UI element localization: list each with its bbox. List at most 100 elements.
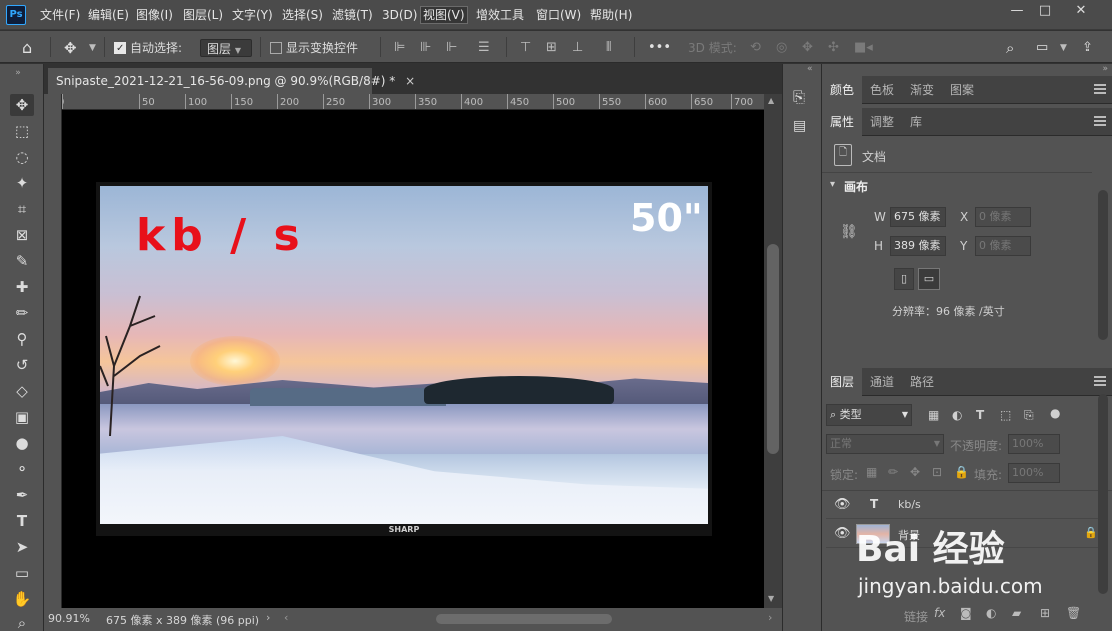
history-brush-icon[interactable]: ↺ [10,354,34,376]
healing-brush-icon[interactable]: ✚ [10,276,34,298]
tab-patterns[interactable]: 图案 [942,76,982,104]
lock-artboard-icon[interactable]: ⊡ [932,465,942,479]
menu-image[interactable]: 图像(I) [134,6,175,24]
status-menu-arrow[interactable]: › [266,611,270,624]
tab-channels[interactable]: 通道 [862,368,902,396]
scroll-right-icon[interactable]: › [768,611,772,624]
collapse-icon[interactable]: » [6,62,30,84]
panel-menu-icon[interactable] [1094,116,1106,126]
zoom-tool-icon[interactable]: ⌕ [10,612,34,631]
align-top-icon[interactable]: ⊤ [520,39,531,57]
align-center-icon[interactable]: ⊪ [420,39,431,57]
move-tool-icon[interactable]: ✥ [10,94,34,116]
lock-all-icon[interactable]: 🔒 [954,465,969,479]
hand-tool-icon[interactable]: ✋ [10,588,34,610]
auto-select-dropdown[interactable]: 图层 ▼ [200,39,252,57]
menu-edit[interactable]: 编辑(E) [86,6,131,24]
lasso-tool-icon[interactable]: ◌ [10,146,34,168]
scroll-down-icon[interactable]: ▼ [768,594,774,603]
menu-help[interactable]: 帮助(H) [588,6,634,24]
blur-tool-icon[interactable]: ● [10,432,34,454]
vertical-scrollbar[interactable]: ▲ ▼ [764,94,782,608]
chevron-down-icon[interactable]: ▼ [1060,39,1067,57]
layer-name[interactable]: kb/s [898,498,921,511]
magic-wand-icon[interactable]: ✦ [10,172,34,194]
type-tool-icon[interactable]: T [10,510,34,532]
horizontal-scroll-thumb[interactable] [436,614,612,624]
chevron-down-icon[interactable]: ▾ [830,179,835,190]
marquee-tool-icon[interactable]: ⬚ [10,120,34,142]
scroll-left-icon[interactable]: ‹ [284,611,288,624]
menu-layer[interactable]: 图层(L) [181,6,225,24]
checkbox-checked-icon[interactable] [114,40,126,58]
close-window-button[interactable]: ✕ [1064,0,1098,22]
align-right-icon[interactable]: ⊩ [446,39,457,57]
filter-adjustment-icon[interactable]: ◐ [952,408,962,422]
tab-swatches[interactable]: 色板 [862,76,902,104]
layer-filter-dropdown[interactable]: ⌕ 类型 ▼ [826,404,912,426]
path-select-icon[interactable]: ➤ [10,536,34,558]
filter-toggle-icon[interactable]: ● [1050,406,1060,420]
distribute-icon[interactable]: ☰ [478,39,490,57]
landscape-orientation-icon[interactable]: ▭ [918,268,940,290]
maximize-button[interactable]: □ [1028,0,1062,22]
menu-window[interactable]: 窗口(W) [534,6,583,24]
3d-roll-icon[interactable]: ◎ [776,39,787,57]
panel-menu-icon[interactable] [1094,376,1106,386]
filter-shape-icon[interactable]: ⬚ [1000,408,1011,422]
clone-stamp-icon[interactable]: ⚲ [10,328,34,350]
properties-scrollbar[interactable] [1098,190,1108,340]
filter-pixel-icon[interactable]: ▦ [928,408,939,422]
tab-color[interactable]: 颜色 [822,76,863,104]
tab-libraries[interactable]: 库 [902,108,930,136]
visibility-eye-icon[interactable]: 👁 [834,526,851,541]
more-options-icon[interactable]: ••• [648,39,671,57]
dodge-tool-icon[interactable]: ⚬ [10,458,34,480]
move-tool-icon[interactable]: ✥ [64,39,77,57]
lock-position-icon[interactable]: ✥ [910,465,920,479]
lock-image-icon[interactable]: ✏ [888,465,898,479]
share-icon[interactable]: ⇪ [1082,39,1093,57]
opacity-input[interactable]: 100% [1008,434,1060,454]
tab-adjustments[interactable]: 调整 [862,108,902,136]
tab-paths[interactable]: 路径 [902,368,942,396]
menu-file[interactable]: 文件(F) [38,6,82,24]
visibility-eye-icon[interactable]: 👁 [834,497,851,512]
tab-properties[interactable]: 属性 [822,108,863,136]
link-icon[interactable]: ⛓ [840,224,858,240]
zoom-level[interactable]: 90.91% [48,612,90,625]
menu-plugins[interactable]: 增效工具 [474,6,526,24]
history-icon[interactable]: ⎘ [793,88,805,106]
blend-mode-dropdown[interactable]: 正常 ▼ [826,434,944,454]
document-tab[interactable]: Snipaste_2021-12-21_16-56-09.png @ 90.9%… [48,68,415,94]
chevron-down-icon[interactable]: ▼ [89,39,96,57]
distribute-vertical-icon[interactable]: ⫴ [606,39,611,57]
menu-select[interactable]: 选择(S) [280,6,325,24]
show-transform-checkbox[interactable]: 显示变换控件 [270,39,358,57]
rectangle-tool-icon[interactable]: ▭ [10,562,34,584]
eraser-tool-icon[interactable]: ◇ [10,380,34,402]
panel-menu-icon[interactable] [1094,84,1106,94]
collapse-icon[interactable]: « [807,64,813,74]
pen-tool-icon[interactable]: ✒ [10,484,34,506]
width-input[interactable]: 675 像素 [890,207,946,227]
filter-type-icon[interactable]: T [976,408,984,422]
gradient-tool-icon[interactable]: ▣ [10,406,34,428]
3d-camera-icon[interactable]: ■◂ [854,39,873,57]
workspace-icon[interactable]: ▭ [1036,39,1048,57]
eyedropper-icon[interactable]: ✎ [10,250,34,272]
x-input[interactable]: 0 像素 [975,207,1031,227]
vertical-scroll-thumb[interactable] [767,244,779,454]
3d-orbit-icon[interactable]: ⟲ [750,39,761,57]
crop-tool-icon[interactable]: ⌗ [10,198,34,220]
frame-tool-icon[interactable]: ⊠ [10,224,34,246]
align-bottom-icon[interactable]: ⊥ [572,39,583,57]
checkbox-icon[interactable] [270,42,282,54]
lock-transparent-icon[interactable]: ▦ [866,465,877,479]
fill-input[interactable]: 100% [1008,463,1060,483]
tab-gradients[interactable]: 渐变 [902,76,942,104]
menu-filter[interactable]: 滤镜(T) [330,6,375,24]
menu-view[interactable]: 视图(V) [420,6,468,24]
tab-layers[interactable]: 图层 [822,368,863,396]
close-tab-icon[interactable]: × [405,74,415,88]
